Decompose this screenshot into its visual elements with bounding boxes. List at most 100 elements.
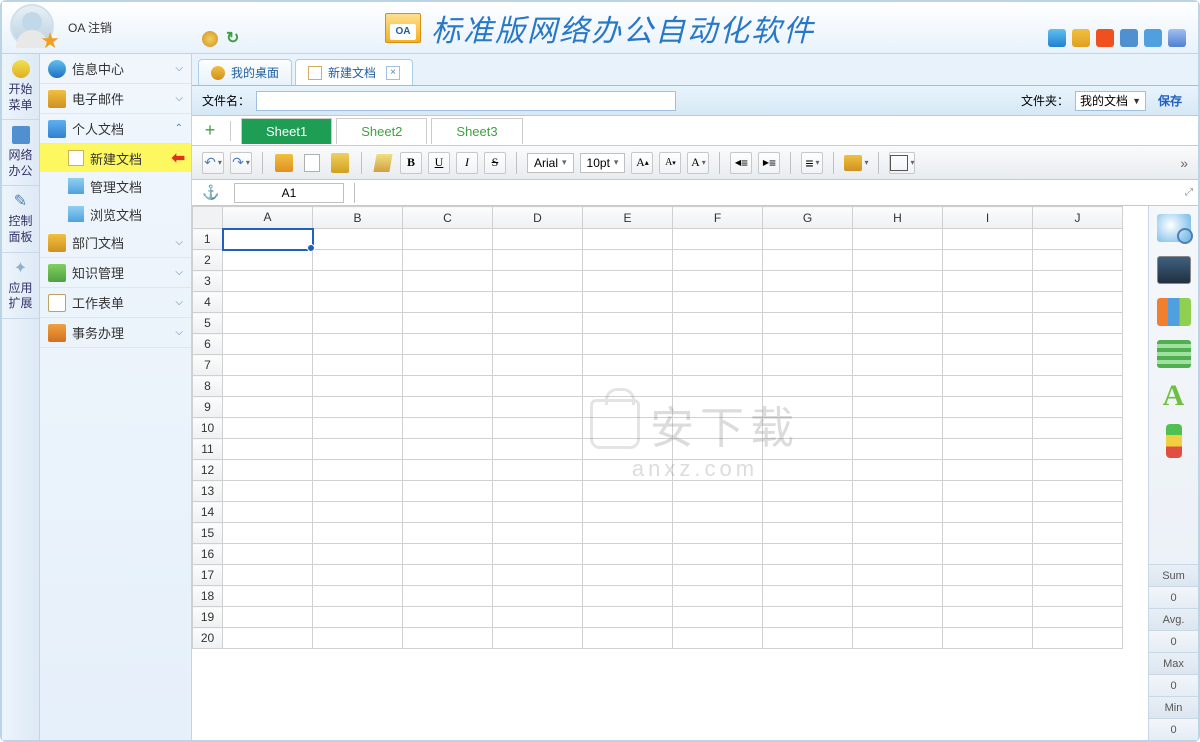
cell[interactable] — [403, 586, 493, 607]
row-header[interactable]: 14 — [193, 502, 223, 523]
cell[interactable] — [853, 502, 943, 523]
cell[interactable] — [493, 250, 583, 271]
refresh-icon[interactable]: ↻ — [226, 31, 242, 47]
cell[interactable] — [583, 481, 673, 502]
cell[interactable] — [673, 397, 763, 418]
nav-item[interactable]: 信息中心⌵ — [40, 54, 191, 84]
cell[interactable] — [403, 250, 493, 271]
cell[interactable] — [943, 565, 1033, 586]
cell[interactable] — [493, 292, 583, 313]
cell[interactable] — [313, 481, 403, 502]
cell[interactable] — [313, 502, 403, 523]
cell[interactable] — [943, 313, 1033, 334]
cell[interactable] — [763, 460, 853, 481]
cell[interactable] — [403, 355, 493, 376]
undo-button[interactable] — [202, 152, 224, 174]
cell[interactable] — [763, 397, 853, 418]
home-icon[interactable] — [202, 31, 218, 47]
cell[interactable] — [403, 607, 493, 628]
cell[interactable] — [673, 481, 763, 502]
cell[interactable] — [403, 460, 493, 481]
row-header[interactable]: 4 — [193, 292, 223, 313]
cell[interactable] — [763, 376, 853, 397]
cell[interactable] — [223, 502, 313, 523]
cell[interactable] — [1033, 271, 1123, 292]
cell[interactable] — [1033, 628, 1123, 649]
fill-color-button[interactable] — [844, 152, 868, 174]
cell[interactable] — [313, 460, 403, 481]
cell[interactable] — [583, 544, 673, 565]
cell[interactable] — [763, 523, 853, 544]
column-header[interactable]: B — [313, 207, 403, 229]
cell[interactable] — [763, 418, 853, 439]
row-header[interactable]: 7 — [193, 355, 223, 376]
cell[interactable] — [223, 586, 313, 607]
nav-item[interactable]: 部门文档⌵ — [40, 228, 191, 258]
cell[interactable] — [1033, 481, 1123, 502]
cell[interactable] — [313, 607, 403, 628]
cell[interactable] — [853, 313, 943, 334]
cell[interactable] — [943, 271, 1033, 292]
cell[interactable] — [313, 292, 403, 313]
cell[interactable] — [1033, 334, 1123, 355]
cell[interactable] — [223, 292, 313, 313]
sub-nav-item[interactable]: 管理文档 — [40, 172, 191, 200]
cell[interactable] — [673, 250, 763, 271]
cell[interactable] — [853, 397, 943, 418]
cell[interactable] — [1033, 250, 1123, 271]
nav-item[interactable]: 知识管理⌵ — [40, 258, 191, 288]
cell[interactable] — [583, 502, 673, 523]
column-header[interactable]: D — [493, 207, 583, 229]
row-header[interactable]: 17 — [193, 565, 223, 586]
cell[interactable] — [943, 628, 1033, 649]
cell[interactable] — [493, 376, 583, 397]
cell[interactable] — [1033, 502, 1123, 523]
cell[interactable] — [853, 418, 943, 439]
cell[interactable] — [403, 502, 493, 523]
cell[interactable] — [403, 271, 493, 292]
cell[interactable] — [583, 565, 673, 586]
chat-icon[interactable] — [1048, 29, 1066, 47]
cell[interactable] — [223, 439, 313, 460]
cell[interactable] — [313, 418, 403, 439]
cell[interactable] — [403, 628, 493, 649]
italic-button[interactable]: I — [456, 152, 478, 174]
cell[interactable] — [943, 523, 1033, 544]
cell[interactable] — [673, 334, 763, 355]
cell[interactable] — [583, 334, 673, 355]
sheet-tab[interactable]: Sheet3 — [431, 118, 522, 144]
expand-formula-icon[interactable]: ⤢ — [1180, 187, 1198, 198]
cell[interactable] — [403, 376, 493, 397]
cell[interactable] — [403, 481, 493, 502]
rail-item-office[interactable]: 网络办公 — [2, 120, 39, 186]
save-button[interactable]: 保存 — [1152, 92, 1188, 109]
cell[interactable] — [673, 502, 763, 523]
cell[interactable] — [223, 229, 313, 250]
cell[interactable] — [673, 460, 763, 481]
row-header[interactable]: 20 — [193, 628, 223, 649]
cell[interactable] — [493, 271, 583, 292]
folder-select[interactable]: 我的文档 — [1075, 91, 1146, 111]
cell[interactable] — [493, 439, 583, 460]
cell[interactable] — [1033, 313, 1123, 334]
row-header[interactable]: 12 — [193, 460, 223, 481]
cell[interactable] — [583, 271, 673, 292]
font-size-select[interactable]: 10pt — [580, 153, 626, 173]
cell-reference[interactable]: A1 — [234, 183, 344, 203]
font-family-select[interactable]: Arial — [527, 153, 574, 173]
cell[interactable] — [763, 586, 853, 607]
doc-tab[interactable]: 我的桌面 — [198, 59, 292, 85]
cell[interactable] — [673, 313, 763, 334]
cell[interactable] — [853, 628, 943, 649]
cloud-search-icon[interactable] — [1157, 214, 1191, 242]
cell[interactable] — [583, 397, 673, 418]
cell[interactable] — [493, 586, 583, 607]
cell[interactable] — [223, 481, 313, 502]
column-header[interactable]: E — [583, 207, 673, 229]
cell[interactable] — [493, 229, 583, 250]
format-painter-button[interactable] — [372, 152, 394, 174]
sub-nav-item[interactable]: 新建文档⬅ — [40, 144, 191, 172]
cell[interactable] — [943, 292, 1033, 313]
cell[interactable] — [493, 418, 583, 439]
cell[interactable] — [493, 460, 583, 481]
